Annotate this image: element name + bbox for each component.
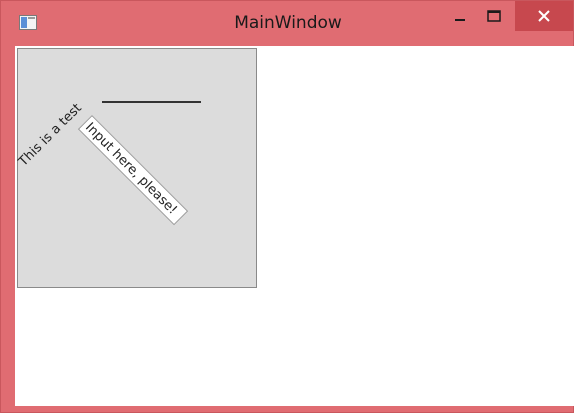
line-shape [102, 101, 201, 103]
client-area: This is a test [15, 46, 574, 406]
minimize-icon [455, 19, 465, 21]
canvas-panel: This is a test [16, 48, 257, 288]
maximize-button[interactable] [471, 1, 517, 31]
close-button[interactable] [515, 1, 573, 31]
title-bar[interactable]: MainWindow [1, 1, 573, 45]
rotated-text-input[interactable] [77, 115, 189, 226]
rotated-label: This is a test [16, 100, 85, 170]
maximize-icon [487, 10, 501, 22]
close-icon [538, 10, 550, 22]
main-window: MainWindow This is a test [0, 0, 574, 413]
